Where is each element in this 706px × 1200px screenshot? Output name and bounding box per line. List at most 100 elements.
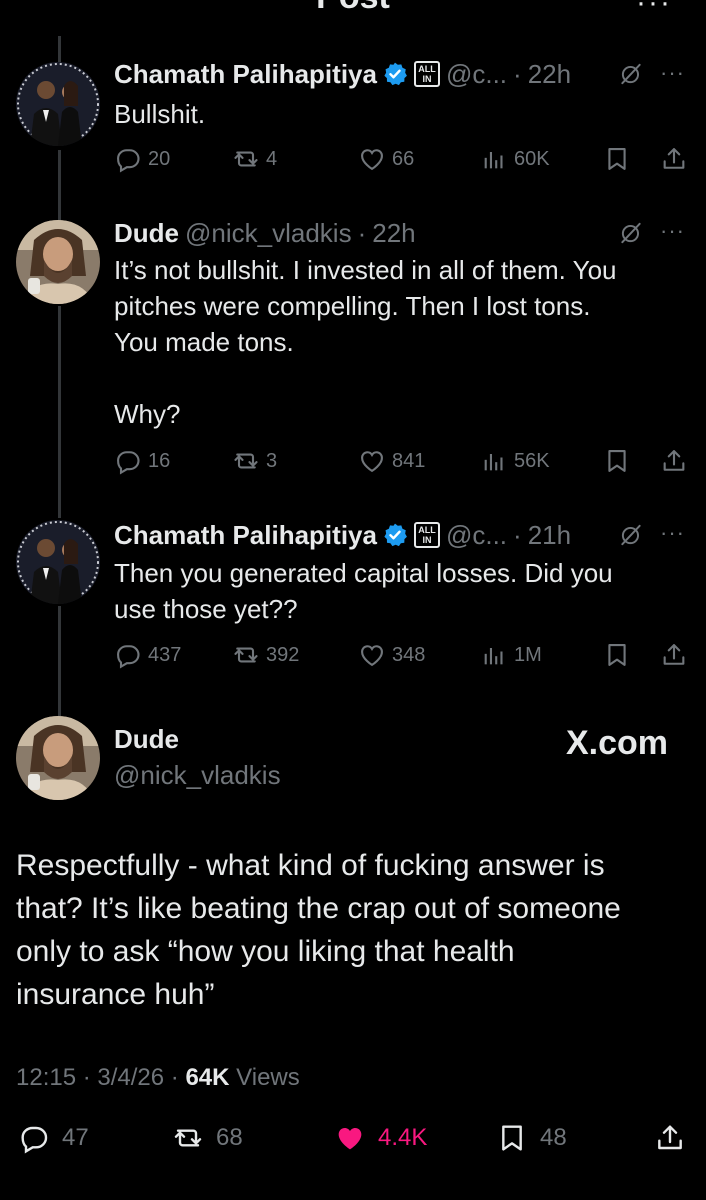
like-icon [358,145,386,173]
author-name[interactable]: Chamath Palihapitiya [114,59,377,90]
reply-text: Then you generated capital losses. Did y… [114,558,613,624]
views-label: Views [236,1064,300,1091]
like-button[interactable]: 348 [358,640,425,670]
more-icon[interactable]: ··· [660,60,685,86]
reply-icon [114,145,142,173]
repost-icon [232,447,260,475]
thread-line [58,606,61,716]
reply-count: 437 [148,643,182,666]
author-handle[interactable]: @c... [446,59,507,90]
author-handle[interactable]: @nick_vladkis [185,218,352,249]
repost-count: 392 [266,643,300,666]
post-time[interactable]: 21h [528,520,571,551]
post-time[interactable]: 22h [528,59,571,90]
affiliate-badge-text: IN [422,74,432,84]
like-count: 66 [392,147,415,170]
author-handle[interactable]: @c... [446,520,507,551]
reply-count: 20 [148,147,171,170]
bookmark-icon[interactable] [603,641,631,669]
views-button[interactable]: 60K [480,144,550,174]
views-count: 56K [514,449,550,472]
affiliate-badge[interactable]: ALL IN [413,61,440,87]
like-count: 348 [392,643,426,666]
like-count: 841 [392,449,426,472]
bookmark-icon [496,1122,528,1154]
like-icon [334,1122,366,1154]
reply-button[interactable]: 20 [114,144,170,174]
share-icon[interactable] [660,447,688,475]
avatar[interactable] [16,520,100,604]
avatar[interactable] [16,716,100,800]
reply-text: Bullshit. [114,99,206,129]
share-icon[interactable] [660,145,688,173]
reply-button[interactable]: 47 [18,1120,89,1156]
repost-count: 68 [216,1124,243,1151]
reply-button[interactable]: 16 [114,446,170,476]
views-count[interactable]: 64K [185,1064,229,1091]
reply-button[interactable]: 437 [114,640,181,670]
author-name[interactable]: Dude [114,218,179,249]
thread-line [58,150,61,222]
reply-header: Chamath Palihapitiya ALL IN @c... · 21h [114,519,572,551]
reply-icon [18,1122,50,1154]
more-icon[interactable]: ··· [636,0,672,16]
post-meta: 12:15 · 3/4/26 · 64K Views [16,1064,300,1091]
views-icon [480,641,508,669]
reply-icon [114,447,142,475]
post-time[interactable]: 12:15 [16,1064,76,1091]
avatar[interactable] [16,220,100,304]
repost-button[interactable]: 4 [232,144,277,174]
views-button[interactable]: 1M [480,640,542,670]
views-button[interactable]: 56K [480,446,550,476]
verified-badge-icon [382,522,408,548]
x-watermark: X.com [566,724,669,762]
affiliate-badge-text: ALL [418,525,436,535]
repost-icon [232,145,260,173]
like-button[interactable]: 841 [358,446,425,476]
repost-count: 3 [266,449,278,472]
affiliate-badge-text: ALL [418,64,436,74]
repost-count: 4 [266,147,278,170]
more-icon[interactable]: ··· [660,520,685,546]
repost-button[interactable]: 3 [232,446,277,476]
grok-icon[interactable] [618,522,644,548]
like-button[interactable]: 66 [358,144,414,174]
author-name[interactable]: Dude [114,724,179,755]
views-count: 1M [514,643,542,666]
like-icon [358,447,386,475]
thread-line [58,306,61,518]
reply-count: 47 [62,1124,89,1151]
reply-count: 16 [148,449,171,472]
bookmark-icon[interactable] [603,145,631,173]
author-name[interactable]: Chamath Palihapitiya [114,520,377,551]
avatar[interactable] [16,62,100,146]
like-icon [358,641,386,669]
like-button[interactable]: 4.4K [334,1120,427,1156]
share-icon[interactable] [654,1122,686,1154]
grok-icon[interactable] [618,61,644,87]
repost-icon [232,641,260,669]
post-time[interactable]: 22h [372,218,415,249]
author-handle[interactable]: @nick_vladkis [114,760,281,791]
top-bar: Post ··· [0,0,706,16]
post-text: Respectfully - what kind of fucking answ… [16,849,621,1011]
post-date[interactable]: 3/4/26 [97,1064,164,1091]
page-title: Post [0,0,706,16]
views-icon [480,145,508,173]
affiliate-badge-text: IN [422,535,432,545]
more-icon[interactable]: ··· [660,218,685,244]
affiliate-badge[interactable]: ALL IN [413,522,440,548]
share-icon[interactable] [660,641,688,669]
bookmark-icon[interactable] [603,447,631,475]
repost-button[interactable]: 68 [172,1120,243,1156]
reply-icon [114,641,142,669]
bookmark-button[interactable]: 48 [496,1120,567,1156]
reply-header: Dude @nick_vladkis · 22h [114,217,416,249]
grok-icon[interactable] [618,220,644,246]
repost-button[interactable]: 392 [232,640,299,670]
views-icon [480,447,508,475]
repost-icon [172,1122,204,1154]
like-count: 4.4K [378,1124,428,1151]
reply-text: It’s not bullshit. I invested in all of … [114,255,617,429]
bookmark-count: 48 [540,1124,567,1151]
